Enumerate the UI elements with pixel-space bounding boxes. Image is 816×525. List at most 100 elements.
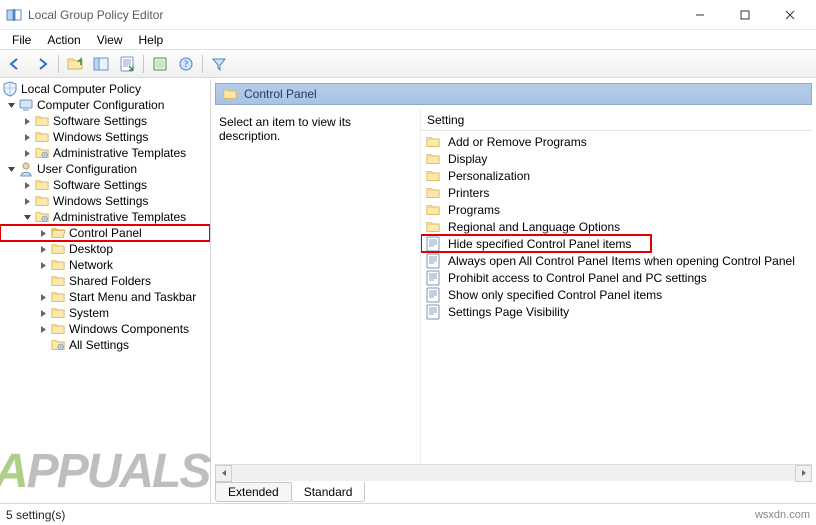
folder-icon [50, 241, 66, 257]
policy-icon [425, 236, 441, 252]
close-button[interactable] [767, 1, 812, 29]
scroll-right-icon[interactable] [795, 465, 812, 482]
twisty-open-icon[interactable] [20, 213, 34, 222]
twisty-closed-icon[interactable] [36, 325, 50, 334]
list-item[interactable]: Add or Remove Programs [421, 133, 812, 150]
tree-item-user-configuration[interactable]: User Configuration [0, 161, 210, 177]
column-header-setting[interactable]: Setting [421, 109, 812, 131]
twisty-closed-icon[interactable] [20, 197, 34, 206]
twisty-open-icon[interactable] [4, 101, 18, 110]
menu-view[interactable]: View [89, 31, 131, 49]
list-item[interactable]: Regional and Language Options [421, 218, 812, 235]
list-item[interactable]: Programs [421, 201, 812, 218]
maximize-button[interactable] [722, 1, 767, 29]
tree-item-label: Network [69, 258, 113, 272]
gear-folder-icon [34, 209, 50, 225]
tab-label: Standard [304, 485, 353, 499]
pane-title: Control Panel [244, 87, 317, 101]
tree-item-label: Software Settings [53, 178, 147, 192]
settings-list: Setting Add or Remove Programs Display P… [420, 109, 812, 464]
tree-item[interactable]: Windows Settings [0, 129, 210, 145]
tree-item[interactable]: All Settings [0, 337, 210, 353]
tree-item-label: System [69, 306, 109, 320]
export-list-button[interactable] [115, 53, 139, 75]
navigation-tree[interactable]: Local Computer Policy Computer Configura… [0, 79, 211, 503]
menu-help[interactable]: Help [131, 31, 172, 49]
tree-item[interactable]: Start Menu and Taskbar [0, 289, 210, 305]
twisty-closed-icon[interactable] [36, 261, 50, 270]
tree-item-label: User Configuration [37, 162, 137, 176]
twisty-closed-icon[interactable] [36, 293, 50, 302]
twisty-closed-icon[interactable] [36, 229, 50, 238]
folder-icon [34, 193, 50, 209]
list-item-label: Always open All Control Panel Items when… [448, 254, 795, 268]
tree-item-computer-configuration[interactable]: Computer Configuration [0, 97, 210, 113]
twisty-closed-icon[interactable] [36, 245, 50, 254]
list-item[interactable]: Always open All Control Panel Items when… [421, 252, 812, 269]
content-area: Select an item to view its description. … [215, 109, 812, 464]
up-button[interactable] [63, 53, 87, 75]
filter-button[interactable] [207, 53, 231, 75]
tree-item[interactable]: Shared Folders [0, 273, 210, 289]
tree-item[interactable]: Software Settings [0, 113, 210, 129]
horizontal-scrollbar[interactable] [215, 464, 812, 481]
menu-file[interactable]: File [4, 31, 39, 49]
twisty-closed-icon[interactable] [36, 309, 50, 318]
list-item[interactable]: Personalization [421, 167, 812, 184]
details-pane: Control Panel Select an item to view its… [211, 79, 816, 503]
tree-item[interactable]: Desktop [0, 241, 210, 257]
list-item[interactable]: Prohibit access to Control Panel and PC … [421, 269, 812, 286]
tree-item[interactable]: Windows Settings [0, 193, 210, 209]
twisty-closed-icon[interactable] [20, 181, 34, 190]
twisty-closed-icon[interactable] [20, 133, 34, 142]
show-hide-tree-button[interactable] [89, 53, 113, 75]
tree-item[interactable]: Windows Components [0, 321, 210, 337]
folder-icon [425, 168, 441, 184]
policy-icon [425, 253, 441, 269]
refresh-button[interactable] [148, 53, 172, 75]
folder-icon [50, 305, 66, 321]
twisty-closed-icon[interactable] [20, 149, 34, 158]
tab-extended[interactable]: Extended [215, 482, 292, 502]
folder-icon [425, 134, 441, 150]
tree-item[interactable]: Administrative Templates [0, 145, 210, 161]
list-item-hide-specified-items[interactable]: Hide specified Control Panel items [421, 235, 651, 252]
tree-item[interactable]: Software Settings [0, 177, 210, 193]
menu-action[interactable]: Action [39, 31, 88, 49]
list-item[interactable]: Printers [421, 184, 812, 201]
folder-icon [222, 87, 238, 101]
back-button[interactable] [4, 53, 28, 75]
policy-icon [425, 270, 441, 286]
toolbar: ? [0, 50, 816, 78]
tree-item-label: Shared Folders [69, 274, 151, 288]
scroll-left-icon[interactable] [215, 465, 232, 482]
forward-button[interactable] [30, 53, 54, 75]
twisty-open-icon[interactable] [4, 165, 18, 174]
tree-item-control-panel[interactable]: Control Panel [0, 225, 210, 241]
list-item-label: Regional and Language Options [448, 220, 620, 234]
description-text: Select an item to view its description. [219, 115, 351, 143]
tree-item-label: Administrative Templates [53, 146, 186, 160]
help-button[interactable]: ? [174, 53, 198, 75]
pane-header: Control Panel [215, 83, 812, 105]
column-header-label: Setting [427, 113, 464, 127]
twisty-closed-icon[interactable] [20, 117, 34, 126]
minimize-button[interactable] [677, 1, 722, 29]
app-icon [6, 7, 22, 23]
list-item[interactable]: Display [421, 150, 812, 167]
tree-root[interactable]: Local Computer Policy [0, 81, 210, 97]
tree-item[interactable]: Network [0, 257, 210, 273]
tree-item-admin-templates[interactable]: Administrative Templates [0, 209, 210, 225]
list-item-label: Hide specified Control Panel items [448, 237, 631, 251]
folder-icon [50, 321, 66, 337]
tab-standard[interactable]: Standard [291, 482, 366, 502]
computer-icon [18, 97, 34, 113]
folder-icon [34, 129, 50, 145]
tree-item-label: Start Menu and Taskbar [69, 290, 196, 304]
list-item[interactable]: Show only specified Control Panel items [421, 286, 812, 303]
list-item[interactable]: Settings Page Visibility [421, 303, 812, 320]
folder-icon [50, 289, 66, 305]
tree-item[interactable]: System [0, 305, 210, 321]
tree-item-label: Desktop [69, 242, 113, 256]
list-body[interactable]: Add or Remove Programs Display Personali… [421, 131, 812, 464]
